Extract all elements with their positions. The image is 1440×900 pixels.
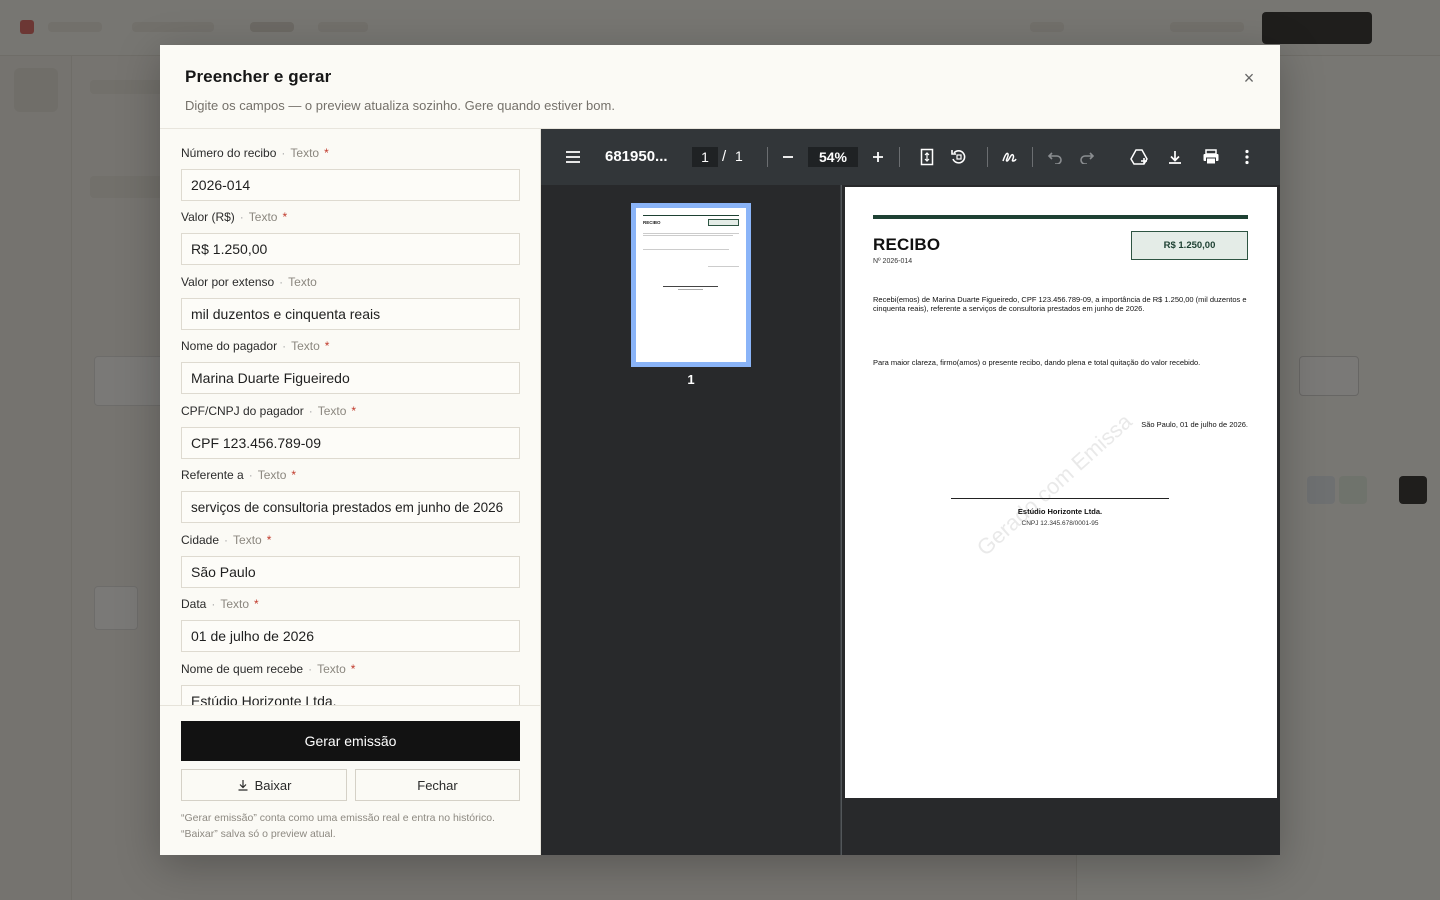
file-title: 681950...	[605, 148, 668, 165]
receipt-top-bar	[873, 215, 1248, 219]
receipt-number: Nº 2026-014	[873, 258, 913, 265]
download-icon	[238, 780, 248, 791]
footer-note: “Gerar emissão” conta como uma emissão r…	[181, 810, 520, 842]
download-button[interactable]: Baixar	[181, 769, 347, 801]
thumbnail-sidebar: RECIBO 1	[541, 185, 841, 855]
field-referente-a: Referente a · Texto *	[181, 467, 520, 523]
toolbar-divider	[767, 147, 768, 167]
page-separator: /	[722, 148, 727, 165]
receipt-value-box: R$ 1.250,00	[1131, 231, 1248, 260]
field-label: CPF/CNPJ do pagador · Texto *	[181, 404, 357, 418]
more-options-icon[interactable]	[1235, 145, 1259, 169]
generate-emission-button[interactable]: Gerar emissão	[181, 721, 520, 761]
signature-line	[951, 498, 1169, 499]
receipt-title: RECIBO	[873, 235, 941, 254]
zoom-level[interactable]: 54%	[808, 147, 858, 167]
rotate-icon[interactable]	[947, 145, 971, 169]
field-label: Nome do pagador · Texto *	[181, 339, 330, 353]
download-label: Baixar	[254, 777, 292, 793]
field-numero-recibo: Número do recibo · Texto *	[181, 145, 520, 201]
dialog-subtitle: Digite os campos — o preview atualiza so…	[185, 98, 615, 113]
thumb-title: RECIBO	[643, 220, 661, 225]
receipt-body: Recebi(emos) de Marina Duarte Figueiredo…	[873, 295, 1247, 313]
thumb-line	[708, 266, 739, 267]
field-label: Valor (R$) · Texto *	[181, 210, 288, 224]
dialog-title: Preencher e gerar	[185, 67, 332, 86]
close-button[interactable]: Fechar	[355, 769, 520, 801]
thumbnail-page: RECIBO	[636, 208, 746, 362]
form-footer: Gerar emissão Baixar Fechar “Gerar emiss…	[160, 705, 540, 855]
page-thumbnail[interactable]: RECIBO	[631, 203, 751, 367]
field-cidade: Cidade · Texto *	[181, 532, 520, 588]
form-fields-scroll[interactable]: Número do recibo·Texto* Valor (R$)·Texto…	[160, 129, 540, 705]
dialog-header: Preencher e gerar Digite os campos — o p…	[160, 45, 1280, 129]
thumb-bar	[643, 215, 739, 216]
field-data: Data · Texto *	[181, 596, 520, 652]
zoom-out-icon[interactable]	[776, 145, 800, 169]
referente-a-input[interactable]	[181, 491, 520, 523]
signer-name: Estúdio Horizonte Ltda.	[1017, 507, 1103, 516]
fill-generate-dialog: Preencher e gerar Digite os campos — o p…	[160, 45, 1280, 855]
undo-icon[interactable]	[1043, 145, 1067, 169]
receipt-watermark: Gerado com Emissa	[971, 408, 1137, 561]
thumb-line	[643, 235, 733, 236]
toolbar-divider	[987, 147, 988, 167]
field-nome-pagador: Nome do pagador · Texto *	[181, 338, 520, 394]
receipt-clarity: Para maior clareza, firmo(amos) o presen…	[873, 358, 1201, 367]
fit-page-icon[interactable]	[915, 145, 939, 169]
nome-pagador-input[interactable]	[181, 362, 520, 394]
download-pdf-icon[interactable]	[1163, 145, 1187, 169]
pdf-page: RECIBO Nº 2026-014 R$ 1.250,00 Recebi(em…	[845, 187, 1277, 798]
field-valor-extenso: Valor por extenso · Texto	[181, 274, 520, 330]
page-canvas[interactable]: RECIBO Nº 2026-014 R$ 1.250,00 Recebi(em…	[842, 185, 1280, 855]
footer-note-line: “Gerar emissão” conta como uma emissão r…	[181, 812, 495, 824]
field-valor: Valor (R$) · Texto *	[181, 209, 520, 265]
field-label: Nome de quem recebe · Texto *	[181, 662, 356, 676]
close-label: Fechar	[417, 777, 458, 793]
data-input[interactable]	[181, 620, 520, 652]
thumbnail-page-number: 1	[687, 372, 695, 387]
receipt-place-date: São Paulo, 01 de julho de 2026.	[1141, 420, 1248, 429]
cidade-input[interactable]	[181, 556, 520, 588]
pdf-preview: 681950... / 1 54%	[541, 129, 1280, 855]
field-label: Número do recibo · Texto *	[181, 146, 329, 160]
pdf-toolbar: 681950... / 1 54%	[541, 129, 1280, 185]
nome-recebedor-input[interactable]	[181, 685, 520, 705]
cpf-cnpj-input[interactable]	[181, 427, 520, 459]
close-icon[interactable]: ×	[1238, 67, 1260, 89]
thumb-line	[643, 249, 729, 250]
thumb-line	[643, 233, 739, 234]
field-label: Valor por extenso · Texto	[181, 275, 317, 289]
valor-input[interactable]	[181, 233, 520, 265]
thumb-line	[678, 289, 703, 290]
draw-icon[interactable]	[998, 145, 1022, 169]
menu-icon[interactable]	[561, 145, 585, 169]
total-pages: 1	[735, 148, 743, 164]
thumb-sign-line	[663, 286, 718, 287]
toolbar-divider	[1032, 147, 1033, 167]
toolbar-divider	[899, 147, 900, 167]
numero-recibo-input[interactable]	[181, 169, 520, 201]
signer-document: CNPJ 12.345.678/0001-95	[1021, 520, 1099, 527]
form-panel: Número do recibo·Texto* Valor (R$)·Texto…	[160, 129, 541, 855]
field-label: Data · Texto *	[181, 597, 259, 611]
zoom-in-icon[interactable]	[866, 145, 890, 169]
field-label: Referente a · Texto *	[181, 468, 297, 482]
valor-extenso-input[interactable]	[181, 298, 520, 330]
field-label: Cidade · Texto *	[181, 533, 272, 547]
page-number-input[interactable]	[692, 147, 718, 167]
field-nome-recebedor: Nome de quem recebe · Texto *	[181, 661, 520, 705]
field-cpf-cnpj-pagador: CPF/CNPJ do pagador · Texto *	[181, 403, 520, 459]
save-to-drive-icon[interactable]	[1127, 145, 1151, 169]
redo-icon[interactable]	[1075, 145, 1099, 169]
footer-note-line: “Baixar” salva só o preview atual.	[181, 828, 336, 840]
print-icon[interactable]	[1199, 145, 1223, 169]
thumb-value-box	[708, 219, 739, 226]
